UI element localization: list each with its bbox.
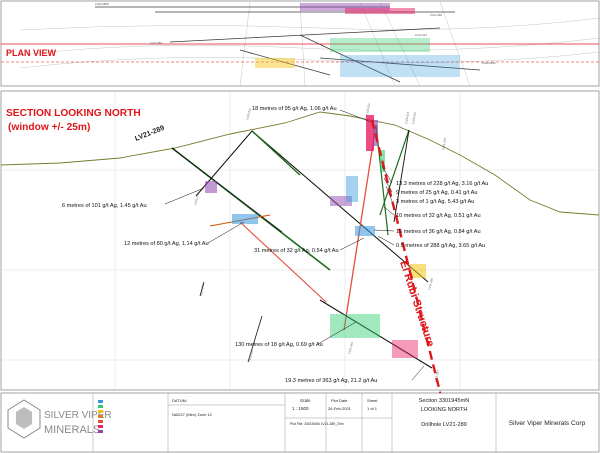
sheet-value: 1 of 1 bbox=[367, 406, 378, 411]
plan-hole-label: LV21-268 bbox=[430, 13, 442, 17]
section-window: (window +/- 25m) bbox=[8, 122, 90, 133]
intercept-label: 6 metres of 101 g/t Ag, 1.45 g/t Au bbox=[62, 203, 147, 209]
plan-view-frame bbox=[0, 0, 600, 87]
title-block: SILVER VIPER MINERALS DATUM: NAD27 (Mex)… bbox=[0, 392, 600, 453]
intercept-label: 18 metres of 95 g/t Ag, 1.06 g/t Au bbox=[252, 106, 337, 112]
plan-hole-label: LV21-289 bbox=[150, 41, 162, 45]
plot-date-value: 26-Feb-2021 bbox=[328, 406, 352, 411]
scale-label: Scale bbox=[300, 398, 311, 403]
plan-hole-label: LV20-284C bbox=[482, 61, 496, 65]
cross-section-drawing: PLAN VIEW LV20-285D LV21-289 LV21-224 LV… bbox=[0, 0, 600, 453]
company-name: Silver Viper Minerals Corp bbox=[509, 420, 586, 427]
plan-view-panel: PLAN VIEW LV20-285D LV21-289 LV21-224 LV… bbox=[0, 0, 600, 87]
plan-hole-label: LV21-224 bbox=[415, 33, 427, 37]
logo-line2: MINERALS bbox=[44, 424, 100, 436]
intercept-label: 9 metres of 25 g/t Ag, 0.41 g/t Au bbox=[396, 190, 477, 196]
plot-file: Plot File: 3301945N LV21-289_20m bbox=[290, 422, 344, 426]
intercept-label: 13.3 metres of 228 g/t Ag, 3.16 g/t Au bbox=[396, 181, 488, 187]
intercept-label: 0.5 metres of 288 g/t Ag, 3.65 g/t Au bbox=[396, 243, 485, 249]
section-panel: El Rubi Structure SECTION LOOKING NORTH … bbox=[0, 90, 600, 397]
intercept-label: 19.3 metres of 363 g/t Ag, 21.2 g/t Au bbox=[285, 378, 377, 384]
drillhole-title: Drillhole LV21-289 bbox=[421, 422, 467, 428]
intercept-label: 130 metres of 18 g/t Ag, 0.69 g/t Au bbox=[235, 342, 323, 348]
intercept-label: 10 metres of 32 g/t Ag, 0.51 g/t Au bbox=[396, 213, 481, 219]
section-title: SECTION LOOKING NORTH bbox=[6, 108, 141, 119]
plan-view-title: PLAN VIEW bbox=[6, 48, 57, 58]
intercept-label: 31 metres of 32 g/t Ag, 0.54 g/t Au bbox=[254, 248, 339, 254]
plan-hole-label: LV20-285D bbox=[95, 2, 109, 6]
intercept-label: 15 metres of 36 g/t Ag, 0.84 g/t Au bbox=[396, 229, 481, 235]
section-number: Section 3301945mN bbox=[419, 398, 470, 404]
datum-label: DATUM: bbox=[172, 398, 187, 403]
looking-direction: LOOKING NORTH bbox=[421, 407, 468, 413]
plot-date-label: Plot Date bbox=[331, 398, 348, 403]
intercept-label: 12 metres of 80 g/t Ag, 1.14 g/t Au bbox=[124, 241, 209, 247]
datum-value: NAD27 (Mex) Zone 12 bbox=[172, 412, 213, 417]
intercept-label: 3 metres of 1 g/t Ag, 5.43 g/t Au bbox=[396, 199, 474, 205]
scale-value: 1 : 1500 bbox=[292, 406, 309, 411]
sheet-label: Sheet bbox=[367, 398, 378, 403]
